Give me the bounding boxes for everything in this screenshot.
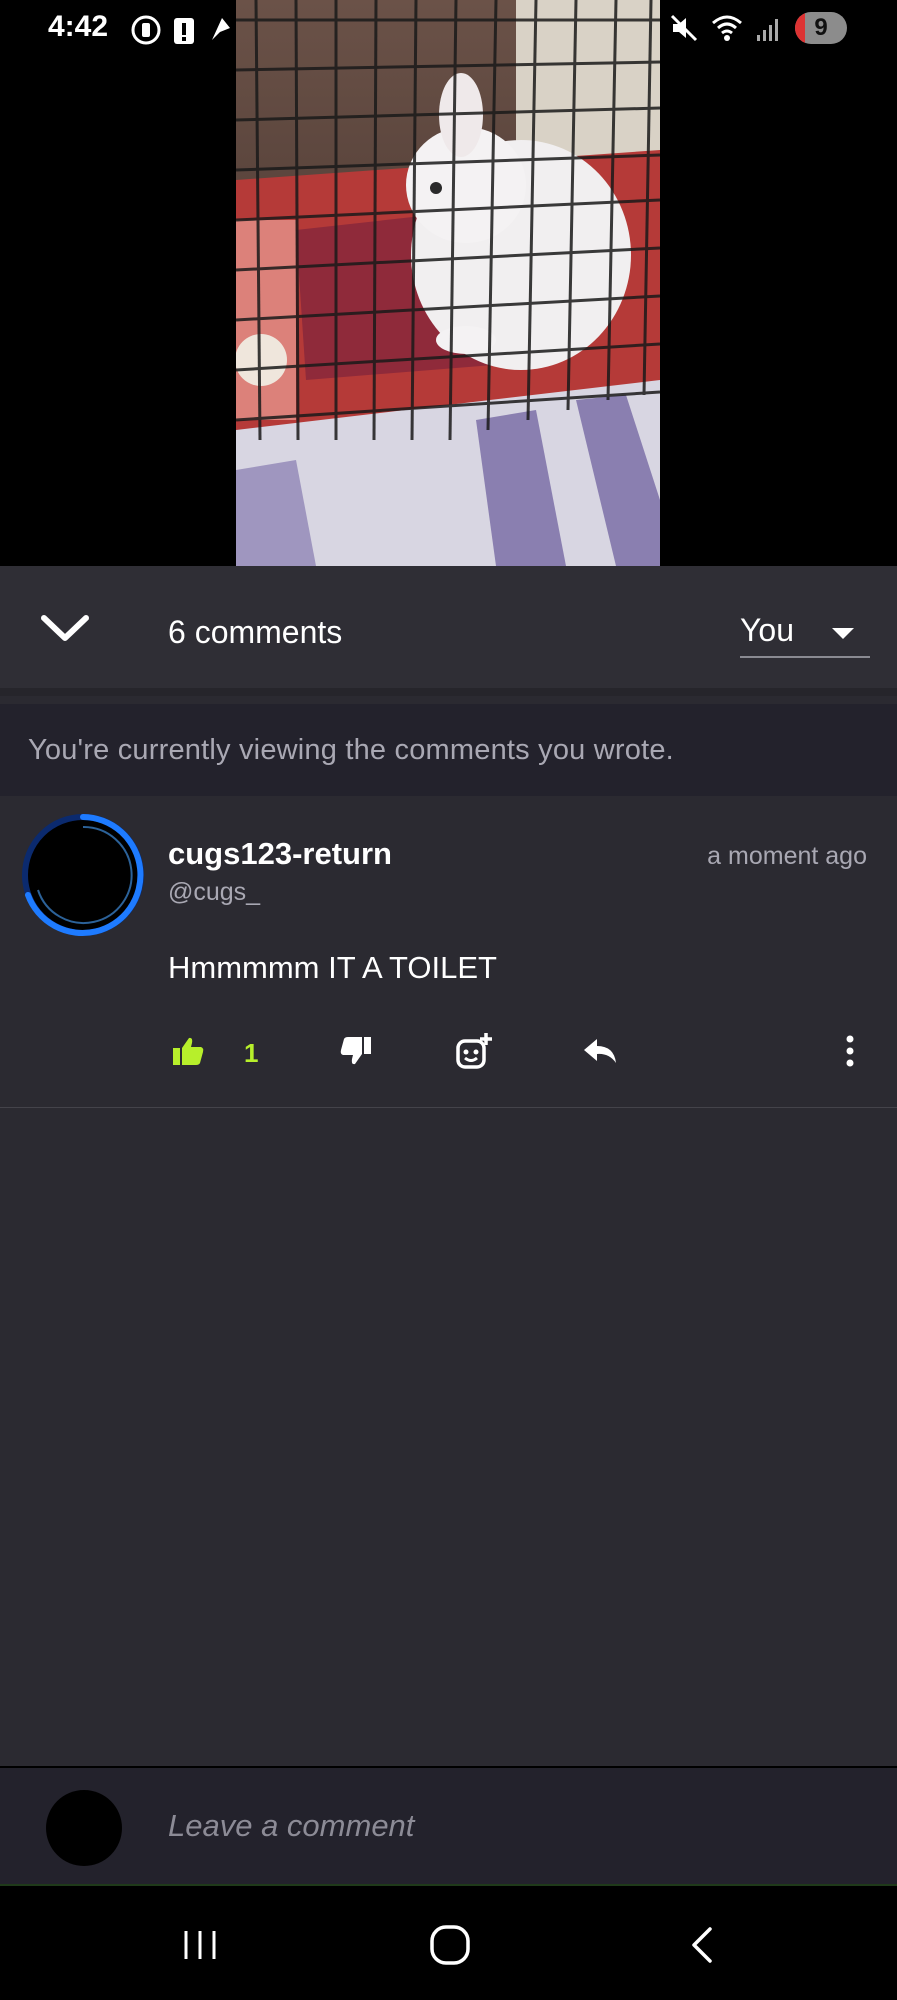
- thumbs-down-icon: [340, 1037, 371, 1065]
- filter-notice-text: You're currently viewing the comments yo…: [28, 734, 674, 766]
- dropdown-caret-icon: [832, 628, 854, 639]
- recents-button[interactable]: [170, 1918, 230, 1972]
- comment-count: 6 comments: [168, 614, 343, 650]
- comment-author[interactable]: cugs123-return: [168, 836, 392, 872]
- collapse-comments-button[interactable]: [38, 608, 92, 648]
- add-sticker-button[interactable]: [452, 1026, 496, 1076]
- status-left-icons: [130, 14, 236, 46]
- comment-actions: 1: [0, 1026, 897, 1086]
- add-sticker-icon: [456, 1033, 492, 1069]
- status-time: 4:42: [48, 10, 109, 43]
- more-vertical-icon: [846, 1035, 854, 1067]
- status-right-icons: 9: [669, 12, 847, 44]
- mute-icon: [670, 14, 698, 42]
- thumbs-up-icon: [173, 1037, 204, 1065]
- status-bar: 4:42 9: [0, 0, 897, 60]
- reply-icon: [584, 1039, 616, 1063]
- home-button[interactable]: [420, 1918, 480, 1972]
- sort-filter-dropdown[interactable]: You: [740, 606, 870, 658]
- recents-icon: [184, 1931, 216, 1959]
- filter-notice: You're currently viewing the comments yo…: [0, 704, 897, 796]
- notification-badge: 9: [795, 12, 847, 44]
- sort-filter-value: You: [740, 612, 794, 648]
- reply-button[interactable]: [578, 1026, 622, 1076]
- comment-item: cugs123-return @cugs_ a moment ago Hmmmm…: [0, 796, 897, 1108]
- alert-icon: [174, 18, 194, 44]
- like-button[interactable]: [166, 1026, 210, 1076]
- comments-panel: 6 comments You You're currently viewing …: [0, 566, 897, 1766]
- system-nav-bar: [0, 1888, 897, 2000]
- back-button[interactable]: [672, 1918, 732, 1972]
- comment-input-bar: [0, 1768, 897, 1886]
- avatar[interactable]: [18, 810, 148, 940]
- sync-icon: [131, 15, 161, 45]
- comments-header: 6 comments You: [0, 566, 897, 696]
- wifi-icon: [712, 15, 742, 41]
- video-frame[interactable]: [236, 0, 660, 566]
- comment-input[interactable]: [168, 1798, 848, 1854]
- back-icon: [692, 1927, 712, 1963]
- current-user-avatar: [46, 1790, 122, 1866]
- dislike-button[interactable]: [334, 1026, 378, 1076]
- notification-count: 9: [814, 14, 828, 41]
- chevron-down-icon: [41, 615, 89, 641]
- comment-text: Hmmmmm IT A TOILET: [168, 950, 497, 985]
- more-options-button[interactable]: [836, 1026, 864, 1076]
- comment-handle[interactable]: @cugs_: [168, 878, 260, 907]
- bunny-video-image: [236, 0, 660, 566]
- video-player[interactable]: [0, 0, 897, 566]
- signal-icon: [757, 19, 778, 41]
- like-count: 1: [244, 1038, 259, 1068]
- home-icon: [430, 1925, 470, 1965]
- navigation-icon: [212, 18, 230, 40]
- comment-timestamp: a moment ago: [707, 842, 867, 870]
